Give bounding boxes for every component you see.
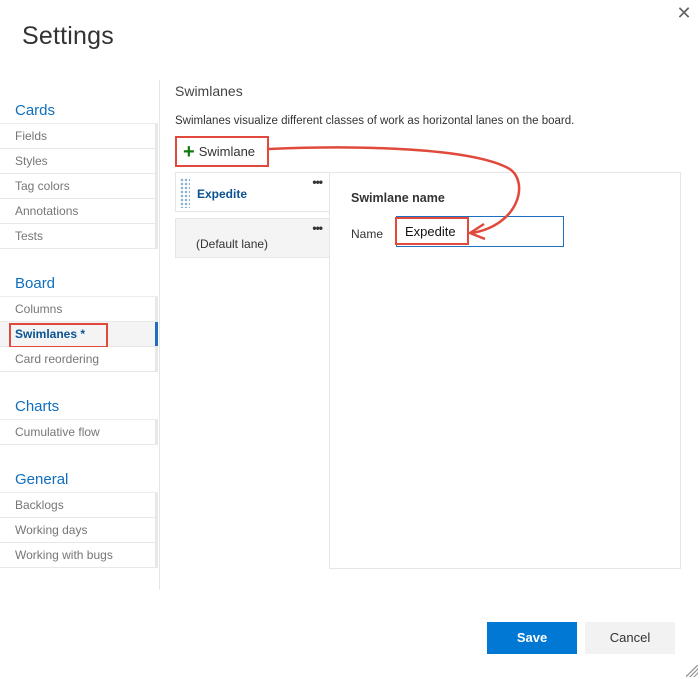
- swimlane-item-default[interactable]: (Default lane) •••: [175, 218, 330, 258]
- more-options-icon[interactable]: •••: [312, 175, 323, 189]
- name-label: Name: [351, 227, 384, 241]
- close-button[interactable]: ✕: [674, 4, 694, 24]
- nav-group-cards: Cards Fields Styles Tag colors Annotatio…: [0, 98, 158, 249]
- sidebar-item-swimlanes[interactable]: Swimlanes *: [0, 322, 158, 348]
- nav-group-title: Cards: [0, 98, 158, 124]
- plus-icon: +: [183, 140, 195, 163]
- sidebar-item-working-days[interactable]: Working days: [0, 518, 158, 543]
- sidebar-item-tag-colors[interactable]: Tag colors: [0, 174, 158, 199]
- nav-group-general: General Backlogs Working days Working wi…: [0, 467, 158, 568]
- swimlane-item-expedite[interactable]: Expedite •••: [175, 172, 330, 212]
- swimlane-name: (Default lane): [196, 237, 269, 251]
- close-icon: ✕: [676, 3, 692, 24]
- nav-group-title: General: [0, 467, 158, 493]
- sidebar-item-card-reordering[interactable]: Card reordering: [0, 347, 158, 372]
- swimlane-detail-panel: Swimlane name Name: [329, 172, 681, 569]
- detail-header: Swimlane name: [351, 191, 445, 205]
- sidebar-divider: [159, 80, 160, 590]
- sidebar-item-columns[interactable]: Columns: [0, 297, 158, 322]
- save-button[interactable]: Save: [487, 622, 577, 654]
- more-options-icon[interactable]: •••: [312, 221, 323, 235]
- section-title: Swimlanes: [175, 83, 243, 99]
- nav-group-title: Board: [0, 271, 158, 297]
- sidebar-item-backlogs[interactable]: Backlogs: [0, 493, 158, 518]
- cancel-button[interactable]: Cancel: [585, 622, 675, 654]
- sidebar-item-working-with-bugs[interactable]: Working with bugs: [0, 543, 158, 568]
- sidebar-item-annotations[interactable]: Annotations: [0, 199, 158, 224]
- swimlane-list: Expedite ••• (Default lane) •••: [175, 172, 330, 264]
- add-swimlane-button[interactable]: + Swimlane: [175, 136, 269, 167]
- sidebar-item-cumulative-flow[interactable]: Cumulative flow: [0, 420, 158, 445]
- highlight-box: [9, 323, 108, 348]
- drag-handle-icon[interactable]: [180, 178, 190, 208]
- section-description: Swimlanes visualize different classes of…: [175, 115, 575, 127]
- nav-group-charts: Charts Cumulative flow: [0, 394, 158, 445]
- sidebar-item-styles[interactable]: Styles: [0, 149, 158, 174]
- add-swimlane-label: Swimlane: [198, 144, 256, 159]
- sidebar-item-fields[interactable]: Fields: [0, 124, 158, 149]
- nav-group-board: Board Columns Swimlanes * Card reorderin…: [0, 271, 158, 372]
- nav-group-title: Charts: [0, 394, 158, 420]
- resize-grip-icon[interactable]: [686, 665, 698, 677]
- dialog-title: Settings: [22, 22, 114, 50]
- swimlane-name: Expedite: [197, 187, 248, 201]
- swimlane-name-input[interactable]: [396, 216, 564, 247]
- sidebar-item-tests[interactable]: Tests: [0, 224, 158, 249]
